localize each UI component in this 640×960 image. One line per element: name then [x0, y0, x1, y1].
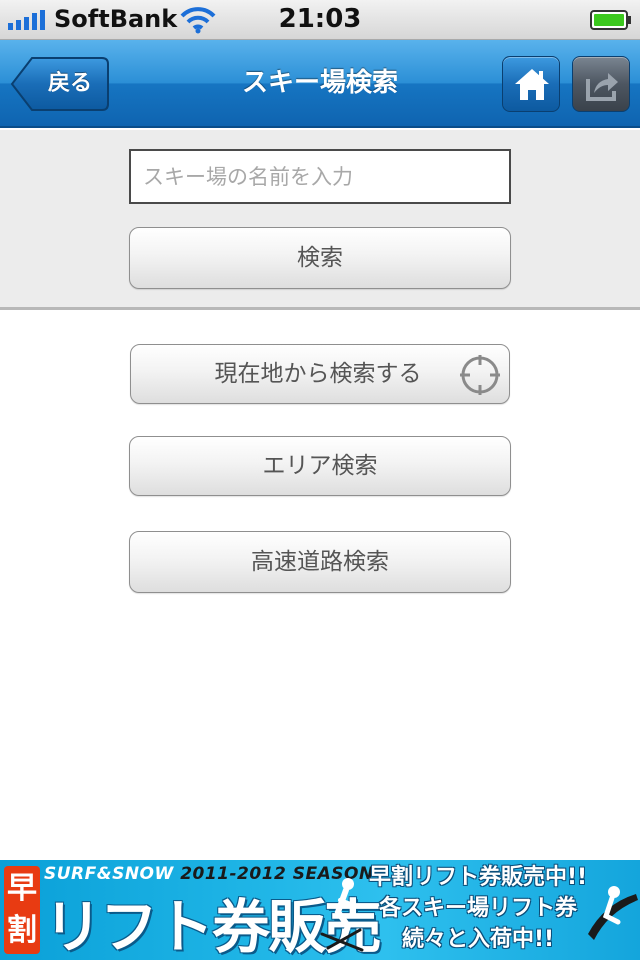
back-button[interactable]: 戻る: [10, 56, 110, 112]
highway-search-button[interactable]: 高速道路検索: [129, 531, 511, 593]
crosshair-icon: [460, 355, 500, 395]
banner-badge: 早割: [4, 866, 40, 954]
skier-icon: [320, 878, 364, 952]
current-location-search-label: 現在地から検索する: [214, 361, 422, 387]
banner-line-1: 早割リフト券販売中!!: [368, 865, 588, 890]
navigation-bar: 戻る スキー場検索: [0, 40, 640, 128]
page-title: スキー場検索: [241, 68, 398, 98]
banner-line-2: 各スキー場リフト券: [378, 896, 577, 921]
banner-line-3: 続々と入荷中!!: [401, 927, 555, 952]
snowboarder-icon: [588, 886, 638, 940]
current-location-search-button[interactable]: 現在地から検索する: [130, 344, 510, 404]
home-button[interactable]: [502, 56, 560, 112]
battery-icon: [590, 10, 631, 30]
search-panel: 検索: [0, 130, 640, 310]
back-button-label: 戻る: [47, 71, 92, 96]
home-icon: [515, 69, 549, 100]
search-input[interactable]: [129, 149, 511, 204]
ad-banner[interactable]: 早割 SURF&SNOW 2011-2012 SEASON リフト券販売 早割リ…: [0, 860, 640, 960]
status-bar: SoftBank 21:03: [0, 0, 640, 40]
area-search-button[interactable]: エリア検索: [129, 436, 511, 496]
share-button[interactable]: [572, 56, 630, 112]
status-time: 21:03: [278, 4, 362, 34]
banner-badge-text: 早割: [7, 871, 37, 948]
search-button[interactable]: 検索: [129, 227, 511, 289]
banner-copy: 早割リフト券販売中!! 各スキー場リフト券 続々と入荷中!!: [362, 862, 594, 955]
share-icon: [586, 73, 618, 101]
